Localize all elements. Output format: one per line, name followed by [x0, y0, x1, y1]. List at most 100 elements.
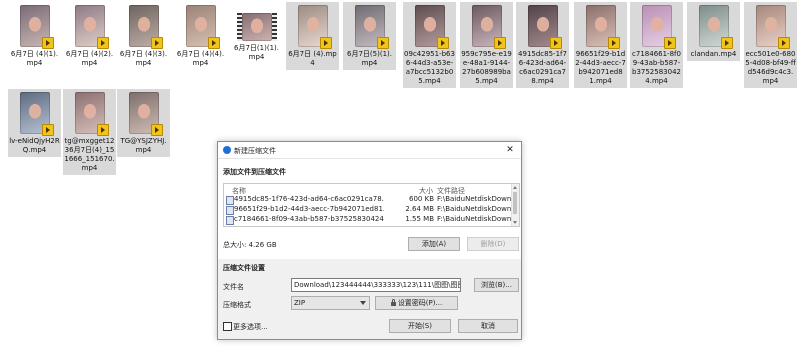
file-row-size: 600 KB: [409, 195, 434, 203]
more-options-checkbox[interactable]: [223, 322, 232, 331]
file-item[interactable]: ecc501e0-6805-4d08-bf49-ffd546d9c4c3.mp4: [744, 2, 797, 88]
file-name: 6月7日 (4)(4).mp4: [176, 50, 225, 67]
set-password-button[interactable]: 设置密码(P)...: [375, 296, 458, 310]
video-file-icon: [226, 216, 234, 225]
file-item[interactable]: 4915dc85-1f76-423d-ad64-c6ac0291ca78.mp4: [516, 2, 569, 88]
file-row-name: 96651f29-b1d2-44d3-aecc-7b942071ed81....: [234, 205, 384, 213]
video-file-badge-icon: [96, 124, 109, 136]
video-thumbnail: [527, 5, 562, 49]
scroll-down-icon[interactable]: [513, 221, 517, 224]
file-name: 6月7日(1)(1).mp4: [234, 44, 279, 61]
video-thumbnail: [585, 5, 620, 49]
file-item[interactable]: 6月7日(5)(1).mp4: [343, 2, 396, 70]
video-thumbnail: [128, 5, 163, 49]
filename-input[interactable]: Download\123444444\333333\123\111\图图\图图.…: [291, 278, 461, 292]
file-name: 4915dc85-1f76-423d-ad64-c6ac0291ca78.mp4: [518, 50, 567, 85]
file-row-path: F:\BaiduNetdiskDownlo: [437, 215, 511, 223]
delete-button[interactable]: 删除(D): [467, 237, 519, 251]
file-name: ecc501e0-6805-4d08-bf49-ffd546d9c4c3.mp4: [745, 50, 796, 85]
file-item[interactable]: 6月7日 (4).mp4: [286, 2, 339, 70]
lock-icon: [390, 299, 396, 306]
file-name: 09c42951-b636-44d3-a53e-a7bcc5132b05.mp4: [404, 50, 455, 85]
video-thumbnail: [297, 5, 332, 49]
video-file-badge-icon: [41, 124, 54, 136]
video-thumbnail: [641, 5, 676, 49]
file-name: TG@YSJZYHJ.mp4: [120, 137, 167, 154]
file-item[interactable]: 6月7日 (4)(2).mp4: [63, 2, 116, 70]
close-icon[interactable]: ✕: [499, 142, 521, 158]
file-row[interactable]: 96651f29-b1d2-44d3-aecc-7b942071ed81....…: [224, 205, 511, 215]
file-name: 6月7日 (4)(2).mp4: [65, 50, 114, 67]
video-file-badge-icon: [41, 37, 54, 49]
thumbnail-image: [241, 13, 272, 41]
file-item[interactable]: 6月7日(1)(1).mp4: [230, 2, 283, 64]
file-name: 959c795e-e19e-48a1-9144-27b608989ba5.mp4: [461, 50, 512, 85]
dialog-titlebar: 新建压缩文件 ✕: [218, 142, 521, 159]
video-thumbnail: [471, 5, 506, 49]
browse-button[interactable]: 浏览(B)...: [474, 278, 519, 292]
file-name: clandan.mp4: [690, 50, 737, 58]
file-row[interactable]: 4915dc85-1f76-423d-ad64-c6ac0291ca78.m..…: [224, 195, 511, 205]
desktop: 6月7日 (4)(1).mp4 6月7日 (4)(2).mp4 6月7日 (4)(3…: [0, 0, 800, 350]
video-thumbnail: [185, 5, 220, 49]
video-file-icon: [226, 196, 234, 205]
file-row-name: c7184661-8f09-43ab-b587-b37525830424....: [234, 215, 384, 223]
chevron-down-icon: [360, 301, 366, 305]
file-item[interactable]: c7184661-8f09-43ab-b587-b37525830424.mp4: [630, 2, 683, 88]
file-row-size: 1.55 MB: [405, 215, 434, 223]
set-password-label: 设置密码(P)...: [397, 299, 443, 307]
file-item[interactable]: clandan.mp4: [687, 2, 740, 61]
file-item[interactable]: 959c795e-e19e-48a1-9144-27b608989ba5.mp4: [460, 2, 513, 88]
file-item[interactable]: 96651f29-b1d2-44d3-aecc-7b942071ed81.mp4: [574, 2, 627, 88]
file-item[interactable]: 6月7日 (4)(3).mp4: [117, 2, 170, 70]
video-file-badge-icon: [549, 37, 562, 49]
file-item[interactable]: TG@YSJZYHJ.mp4: [117, 89, 170, 157]
dialog-title: 新建压缩文件: [234, 147, 276, 155]
video-file-badge-icon: [376, 37, 389, 49]
video-thumbnail: [19, 92, 54, 136]
video-thumbnail: [755, 5, 790, 49]
cancel-button[interactable]: 取消: [458, 319, 518, 333]
format-select-value: ZIP: [294, 299, 306, 307]
video-thumbnail: [236, 13, 277, 41]
video-file-badge-icon: [777, 37, 790, 49]
video-file-badge-icon: [207, 37, 220, 49]
format-select[interactable]: ZIP: [291, 296, 370, 310]
file-item[interactable]: 6月7日 (4)(4).mp4: [174, 2, 227, 70]
video-thumbnail: [354, 5, 389, 49]
settings-heading: 压缩文件设置: [223, 264, 265, 272]
video-file-icon: [226, 206, 234, 215]
video-thumbnail: [74, 5, 109, 49]
video-file-badge-icon: [663, 37, 676, 49]
file-item[interactable]: tg@mxgget1236月7日(4)_151666_151670.mp4: [63, 89, 116, 175]
app-icon: [223, 146, 231, 154]
file-item[interactable]: 6月7日 (4)(1).mp4: [8, 2, 61, 70]
add-button[interactable]: 添加(A): [408, 237, 460, 251]
file-row[interactable]: c7184661-8f09-43ab-b587-b37525830424....…: [224, 215, 511, 225]
compress-dialog: 新建压缩文件 ✕ 添加文件到压缩文件 名称 大小 文件路径 4915dc85-1…: [217, 141, 522, 340]
start-button[interactable]: 开始(S): [389, 319, 451, 333]
more-options-label[interactable]: 更多选项...: [233, 322, 268, 332]
video-file-badge-icon: [436, 37, 449, 49]
file-name: c7184661-8f09-43ab-b587-b37525830424.mp4: [632, 50, 681, 85]
video-thumbnail: [19, 5, 54, 49]
video-file-badge-icon: [150, 124, 163, 136]
file-item[interactable]: lv-eNidQjyH2RQ.mp4: [8, 89, 61, 157]
video-file-badge-icon: [493, 37, 506, 49]
file-name: 6月7日 (4)(1).mp4: [10, 50, 59, 67]
video-file-badge-icon: [720, 37, 733, 49]
video-file-badge-icon: [607, 37, 620, 49]
video-thumbnail: [74, 92, 109, 136]
list-scrollbar[interactable]: [511, 184, 519, 226]
scroll-up-icon[interactable]: [513, 186, 517, 189]
file-name: tg@mxgget1236月7日(4)_151666_151670.mp4: [64, 137, 115, 172]
total-size-text: 总大小: 4.26 GB: [223, 241, 277, 249]
scroll-thumb[interactable]: [513, 192, 517, 214]
file-name: 6月7日(5)(1).mp4: [347, 50, 392, 67]
file-list[interactable]: 名称 大小 文件路径 4915dc85-1f76-423d-ad64-c6ac0…: [223, 183, 520, 227]
filename-label: 文件名: [223, 283, 244, 291]
file-row-path: F:\BaiduNetdiskDownlo: [437, 195, 511, 203]
file-name: 6月7日 (4)(3).mp4: [119, 50, 168, 67]
file-item[interactable]: 09c42951-b636-44d3-a53e-a7bcc5132b05.mp4: [403, 2, 456, 88]
file-row-name: 4915dc85-1f76-423d-ad64-c6ac0291ca78.m..…: [234, 195, 384, 203]
